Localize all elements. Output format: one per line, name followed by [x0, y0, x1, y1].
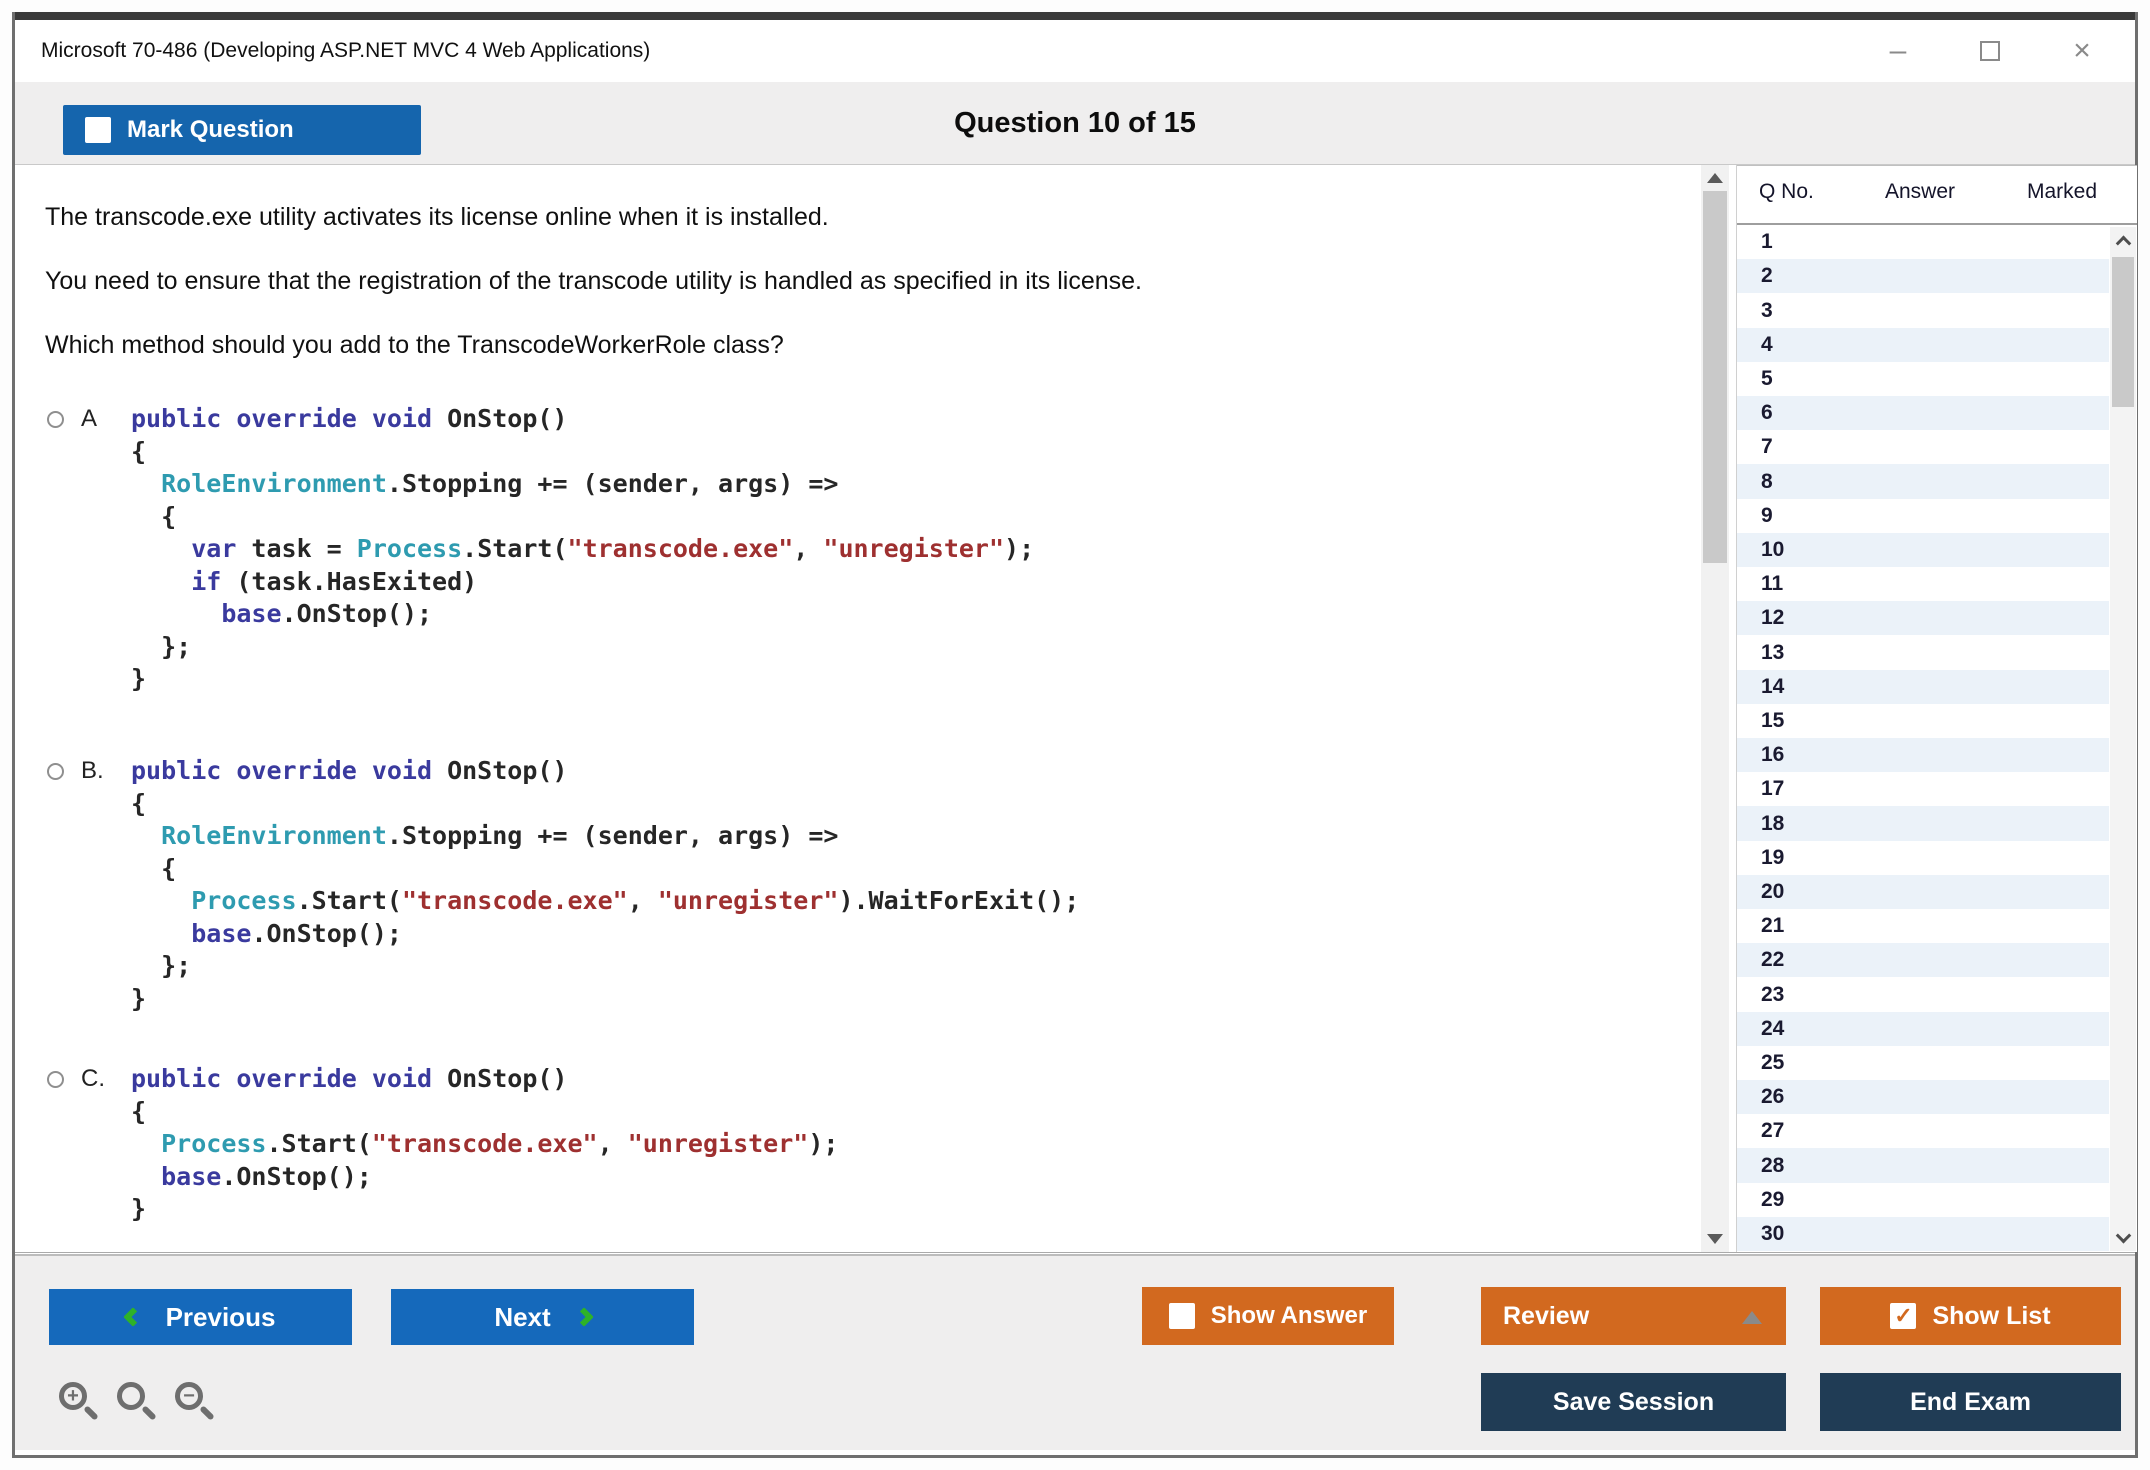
window-top-border — [15, 12, 2135, 20]
review-button[interactable]: Review — [1481, 1287, 1786, 1345]
review-label: Review — [1503, 1302, 1589, 1331]
question-list-row-3[interactable]: 3 — [1737, 293, 2109, 327]
column-header-answer: Answer — [1885, 180, 1955, 204]
question-list-scrollbar-thumb[interactable] — [2112, 257, 2134, 407]
scroll-down-icon[interactable] — [1701, 1226, 1729, 1252]
question-paragraph: The transcode.exe utility activates its … — [45, 203, 829, 232]
question-list-row-23[interactable]: 23 — [1737, 977, 2109, 1011]
minimize-icon[interactable]: – — [1881, 31, 1915, 71]
question-list-row-25[interactable]: 25 — [1737, 1046, 2109, 1080]
mark-question-label: Mark Question — [127, 116, 294, 144]
chevron-left-icon — [123, 1307, 143, 1327]
end-exam-button[interactable]: End Exam — [1820, 1373, 2121, 1431]
question-list-row-28[interactable]: 28 — [1737, 1148, 2109, 1182]
mark-question-checkbox[interactable] — [85, 117, 111, 143]
question-list-row-22[interactable]: 22 — [1737, 943, 2109, 977]
show-answer-checkbox[interactable] — [1169, 1303, 1195, 1329]
caret-up-icon — [1742, 1311, 1762, 1324]
option-a-code: public override void OnStop(){ RoleEnvir… — [131, 403, 1034, 696]
option-c-radio[interactable] — [47, 1071, 64, 1088]
question-list-row-9[interactable]: 9 — [1737, 499, 2109, 533]
show-answer-label: Show Answer — [1211, 1302, 1367, 1330]
question-list-row-8[interactable]: 8 — [1737, 464, 2109, 498]
question-list-row-4[interactable]: 4 — [1737, 328, 2109, 362]
question-list-row-12[interactable]: 12 — [1737, 601, 2109, 635]
option-c-code: public override void OnStop(){ Process.S… — [131, 1063, 838, 1226]
mark-question-button[interactable]: Mark Question — [63, 105, 421, 155]
question-list-row-6[interactable]: 6 — [1737, 396, 2109, 430]
question-list-row-13[interactable]: 13 — [1737, 635, 2109, 669]
option-c-letter: C. — [81, 1065, 105, 1093]
app-window: Microsoft 70-486 (Developing ASP.NET MVC… — [12, 12, 2138, 1458]
question-list-row-1[interactable]: 1 — [1737, 225, 2109, 259]
column-header-qno: Q No. — [1759, 180, 1814, 204]
question-scrollbar[interactable] — [1701, 165, 1729, 1252]
chevron-right-icon — [574, 1307, 594, 1327]
question-list-row-21[interactable]: 21 — [1737, 909, 2109, 943]
show-list-checkbox[interactable]: ✓ — [1890, 1303, 1916, 1329]
maximize-icon[interactable] — [1973, 31, 2007, 71]
question-list-row-2[interactable]: 2 — [1737, 259, 2109, 293]
zoom-in-icon[interactable]: + — [59, 1382, 93, 1416]
zoom-out-icon[interactable]: − — [175, 1382, 209, 1416]
option-b-radio[interactable] — [47, 763, 64, 780]
header-band: Question 10 of 15 Mark Question — [15, 82, 2135, 164]
question-list-row-11[interactable]: 11 — [1737, 567, 2109, 601]
content-area: The transcode.exe utility activates its … — [15, 164, 2135, 1253]
window-title: Microsoft 70-486 (Developing ASP.NET MVC… — [41, 20, 650, 82]
save-session-label: Save Session — [1553, 1388, 1714, 1417]
title-bar[interactable]: Microsoft 70-486 (Developing ASP.NET MVC… — [15, 20, 2135, 82]
question-list-rows: 1234567891011121314151617181920212223242… — [1737, 225, 2109, 1251]
option-b-letter: B. — [81, 757, 104, 785]
bottom-toolbar: Previous Next +− Show Answer Review ✓ Sh… — [15, 1254, 2135, 1450]
question-list-panel: Q No. Answer Marked 12345678910111213141… — [1736, 165, 2137, 1252]
save-session-button[interactable]: Save Session — [1481, 1373, 1786, 1431]
zoom-controls: +− — [59, 1382, 209, 1416]
question-list-row-20[interactable]: 20 — [1737, 875, 2109, 909]
screen: Microsoft 70-486 (Developing ASP.NET MVC… — [0, 0, 2150, 1470]
list-scroll-down-icon[interactable] — [2110, 1225, 2136, 1251]
close-icon[interactable]: × — [2065, 31, 2099, 71]
zoom-reset-icon[interactable] — [117, 1382, 151, 1416]
question-list-row-26[interactable]: 26 — [1737, 1080, 2109, 1114]
question-scrollbar-thumb[interactable] — [1703, 191, 1727, 563]
list-scroll-up-icon[interactable] — [2110, 227, 2136, 253]
question-paragraph: Which method should you add to the Trans… — [45, 331, 784, 360]
show-answer-button[interactable]: Show Answer — [1142, 1287, 1394, 1345]
question-list-row-29[interactable]: 29 — [1737, 1183, 2109, 1217]
option-a-radio[interactable] — [47, 411, 64, 428]
question-list-row-7[interactable]: 7 — [1737, 430, 2109, 464]
show-list-label: Show List — [1932, 1302, 2050, 1331]
previous-label: Previous — [166, 1302, 276, 1333]
question-list-header: Q No. Answer Marked — [1737, 165, 2137, 225]
question-pane: The transcode.exe utility activates its … — [33, 165, 1701, 1252]
next-button[interactable]: Next — [391, 1289, 694, 1345]
next-label: Next — [494, 1302, 550, 1333]
option-a-letter: A — [81, 405, 97, 433]
question-list-row-17[interactable]: 17 — [1737, 772, 2109, 806]
column-header-marked: Marked — [2027, 180, 2097, 204]
window-controls: – × — [1881, 20, 2099, 82]
question-list-row-30[interactable]: 30 — [1737, 1217, 2109, 1251]
question-list-row-10[interactable]: 10 — [1737, 533, 2109, 567]
question-list-row-15[interactable]: 15 — [1737, 704, 2109, 738]
show-list-button[interactable]: ✓ Show List — [1820, 1287, 2121, 1345]
question-list-row-18[interactable]: 18 — [1737, 806, 2109, 840]
question-list-row-16[interactable]: 16 — [1737, 738, 2109, 772]
question-list-row-14[interactable]: 14 — [1737, 670, 2109, 704]
question-list-row-19[interactable]: 19 — [1737, 841, 2109, 875]
question-paragraph: You need to ensure that the registration… — [45, 267, 1142, 296]
question-list-row-24[interactable]: 24 — [1737, 1012, 2109, 1046]
scroll-up-icon[interactable] — [1701, 165, 1729, 191]
previous-button[interactable]: Previous — [49, 1289, 352, 1345]
end-exam-label: End Exam — [1910, 1388, 2031, 1417]
question-list-row-5[interactable]: 5 — [1737, 362, 2109, 396]
question-list-row-27[interactable]: 27 — [1737, 1114, 2109, 1148]
option-b-code: public override void OnStop(){ RoleEnvir… — [131, 755, 1079, 1015]
question-list-scrollbar[interactable] — [2110, 227, 2136, 1251]
